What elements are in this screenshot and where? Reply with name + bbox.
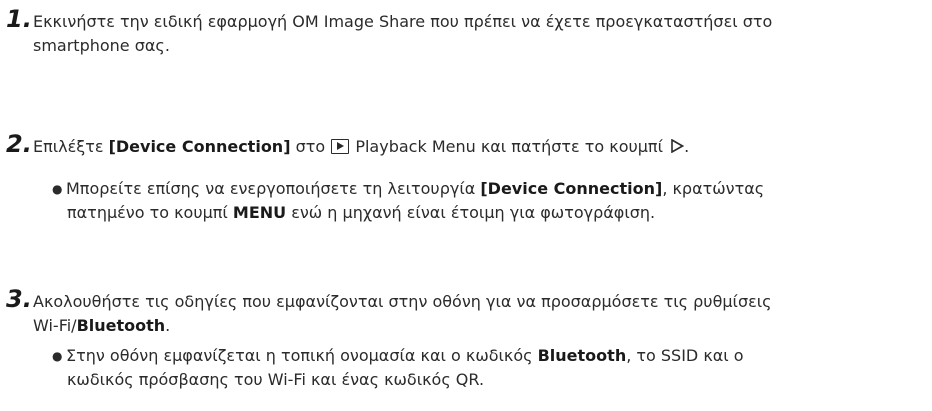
playback-icon [331, 139, 350, 154]
menu-item-name: [Device Connection] [480, 179, 663, 198]
bullet-text-line: κωδικός πρόσβασης του Wi-Fi και ένας κωδ… [67, 370, 485, 389]
bullet-text-segment: , κρατώντας [662, 179, 765, 198]
step-text: Ακολουθήστε τις οδηγίες που εμφανίζονται… [33, 290, 928, 338]
step-text-line: Εκκινήστε την ειδική εφαρμογή OM Image S… [33, 12, 773, 31]
bullet-text-segment: Μπορείτε επίσης να ενεργοποιήσετε τη λει… [66, 179, 481, 198]
step-text-segment: Wi-Fi/ [33, 316, 77, 335]
bullet-text-segment: Στην οθόνη εμφανίζεται η τοπική ονομασία… [66, 346, 538, 365]
step-text: Εκκινήστε την ειδική εφαρμογή OM Image S… [33, 10, 928, 58]
menu-item-name: [Device Connection] [108, 137, 291, 156]
step-text-line: smartphone σας. [33, 36, 170, 55]
step-text-segment: Playback Menu και πατήστε το κουμπί [350, 137, 669, 156]
step-text-segment: . [165, 316, 171, 335]
step-2-bullet: ● Μπορείτε επίσης να ενεργοποιήσετε τη λε… [52, 177, 912, 225]
step-3-bullet: ● Στην οθόνη εμφανίζεται η τοπική ονομασί… [52, 344, 912, 392]
step-text-line: Wi-Fi/Bluetooth. [33, 314, 928, 338]
keyword: Bluetooth [537, 346, 627, 365]
step-number: 3. [6, 285, 32, 313]
bullet-text-segment: , το SSID και ο [626, 346, 744, 365]
step-number: 2. [6, 130, 32, 158]
bullet-text-segment: πατημένο το κουμπί [67, 203, 233, 222]
step-text-segment: Επιλέξτε [33, 137, 109, 156]
step-number: 1. [6, 5, 32, 33]
bullet-dot-icon: ● [52, 349, 63, 363]
step-text-line: Ακολουθήστε τις οδηγίες που εμφανίζονται… [33, 292, 772, 311]
step-text-segment: στο [290, 137, 331, 156]
right-arrow-icon [670, 139, 685, 153]
button-name: MENU [232, 203, 287, 222]
step-text: Επιλέξτε [Device Connection] στο Playbac… [33, 137, 690, 156]
bullet-text-segment: ενώ η μηχανή είναι έτοιμη για φωτογράφισ… [286, 203, 656, 222]
bullet-dot-icon: ● [52, 182, 63, 196]
keyword: Bluetooth [76, 316, 166, 335]
